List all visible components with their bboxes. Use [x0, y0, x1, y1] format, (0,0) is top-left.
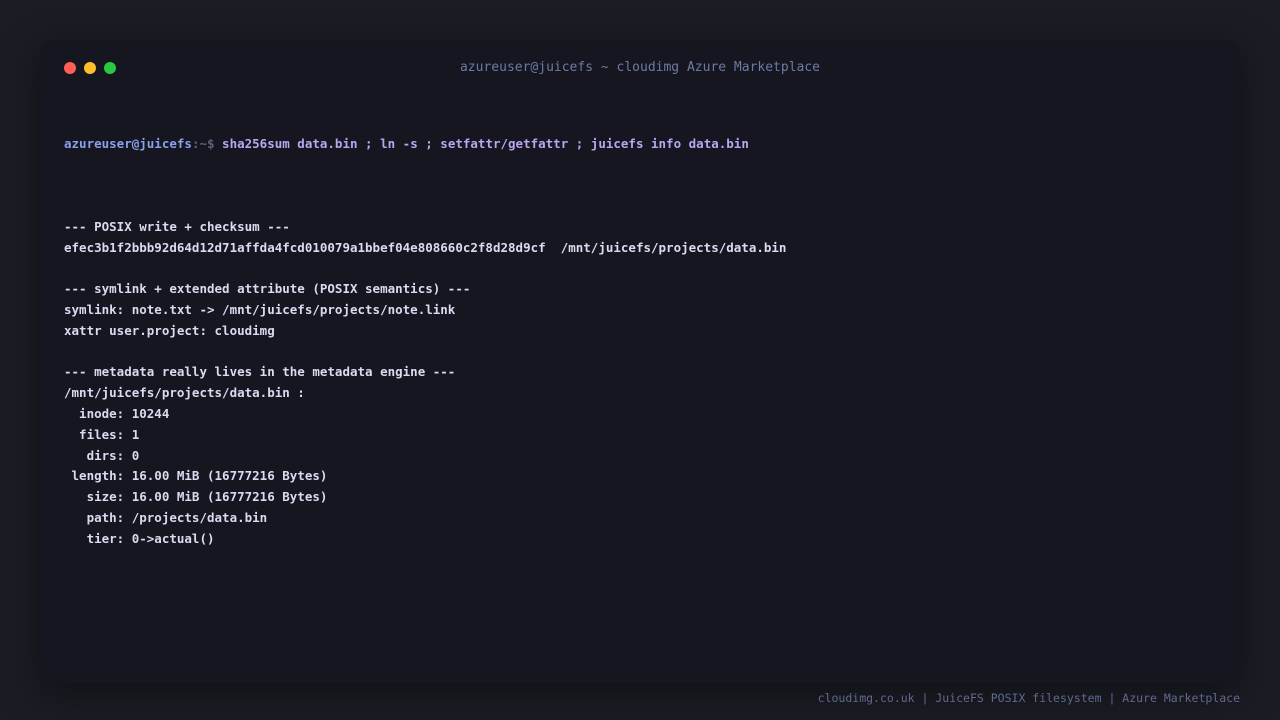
- output-lines: --- POSIX write + checksum --- efec3b1f2b…: [64, 196, 1224, 550]
- output-line: files: 1: [64, 426, 140, 442]
- output-line: /mnt/juicefs/projects/data.bin :: [64, 385, 305, 401]
- prompt-user-host: azureuser@juicefs: [64, 135, 192, 151]
- output-line: tier: 0->actual(): [64, 530, 215, 546]
- footer-caption: cloudimg.co.uk | JuiceFS POSIX filesyste…: [817, 691, 1240, 705]
- output-line: inode: 10244: [64, 405, 170, 421]
- title-bar: azureuser@juicefs ~ cloudimg Azure Marke…: [40, 40, 1240, 96]
- prompt-line: azureuser@juicefs:~$ sha256sum data.bin …: [64, 134, 1224, 155]
- output-line: length: 16.00 MiB (16777216 Bytes): [64, 468, 328, 484]
- output-line: dirs: 0: [64, 447, 140, 463]
- output-line: --- symlink + extended attribute (POSIX …: [64, 281, 471, 297]
- output-line: path: /projects/data.bin: [64, 509, 268, 525]
- prompt-separator: :~$: [191, 135, 223, 151]
- output-line: --- metadata really lives in the metadat…: [64, 364, 456, 380]
- output-line: symlink: note.txt -> /mnt/juicefs/projec…: [64, 301, 456, 317]
- output-line: --- POSIX write + checksum ---: [64, 218, 290, 234]
- output-line: xattr user.project: cloudimg: [64, 322, 275, 338]
- window-title: azureuser@juicefs ~ cloudimg Azure Marke…: [459, 60, 821, 75]
- output-line: size: 16.00 MiB (16777216 Bytes): [64, 489, 328, 505]
- prompt-command: sha256sum data.bin ; ln -s ; setfattr/ge…: [222, 135, 749, 151]
- terminal-window: azureuser@juicefs ~ cloudimg Azure Marke…: [40, 40, 1240, 683]
- terminal-output[interactable]: azureuser@juicefs:~$ sha256sum data.bin …: [64, 92, 1224, 591]
- output-line: efec3b1f2bbb92d64d12d71affda4fcd010079a1…: [64, 239, 787, 255]
